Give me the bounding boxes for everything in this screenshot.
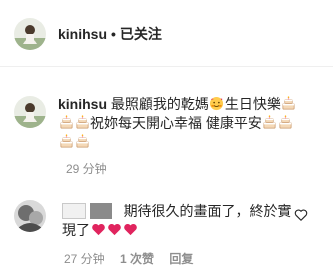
comment-meta: 27 分钟 1 次赞 回复 [64,250,205,267]
profile-photo-icon [14,18,46,50]
red-heart-emoji-icon [123,222,138,237]
header-info: kinihsu • 已关注 [58,25,162,43]
red-heart-emoji-icon [91,222,106,237]
comment-timestamp[interactable]: 27 分钟 [64,252,105,266]
header-divider [0,66,333,67]
caption-username[interactable]: kinihsu [58,96,107,112]
hugging-face-emoji-icon [209,96,224,111]
cake-emoji-icon [59,134,74,149]
cake-emoji-icon [262,115,277,130]
cake-emoji-icon [278,115,293,130]
caption: kinihsu 最照顧我的乾媽 生日快樂 祝妳每天開心幸福 健康平安 [58,95,308,152]
redacted-mention [89,203,112,219]
commenter-photo-icon [14,200,46,232]
red-heart-emoji-icon [107,222,122,237]
caption-text-3: 祝妳每天開心幸福 健康平安 [90,115,262,131]
redacted-username [62,203,86,219]
cake-emoji-icon [75,115,90,130]
cake-emoji-icon [75,134,90,149]
cake-emoji-icon [281,96,296,111]
caption-text-2: 生日快樂 [224,96,281,112]
caption-text-1: 最照顧我的乾媽 [110,96,209,112]
caption-avatar[interactable] [14,96,46,128]
avatar[interactable] [14,18,46,50]
cake-emoji-icon [59,115,74,130]
reply-button[interactable]: 回复 [169,252,193,266]
caption-timestamp[interactable]: 29 分钟 [66,160,107,177]
profile-photo-icon [14,96,46,128]
header-username[interactable]: kinihsu [58,26,107,42]
comment-likes[interactable]: 1 次赞 [120,252,154,266]
post-header: kinihsu • 已关注 [0,0,333,66]
separator-dot: • [111,26,116,42]
follow-status[interactable]: 已关注 [120,26,162,42]
comment: 期待很久的畫面了，終於實現了 [62,202,292,240]
commenter-avatar[interactable] [14,200,46,232]
heart-outline-icon[interactable] [294,208,308,222]
